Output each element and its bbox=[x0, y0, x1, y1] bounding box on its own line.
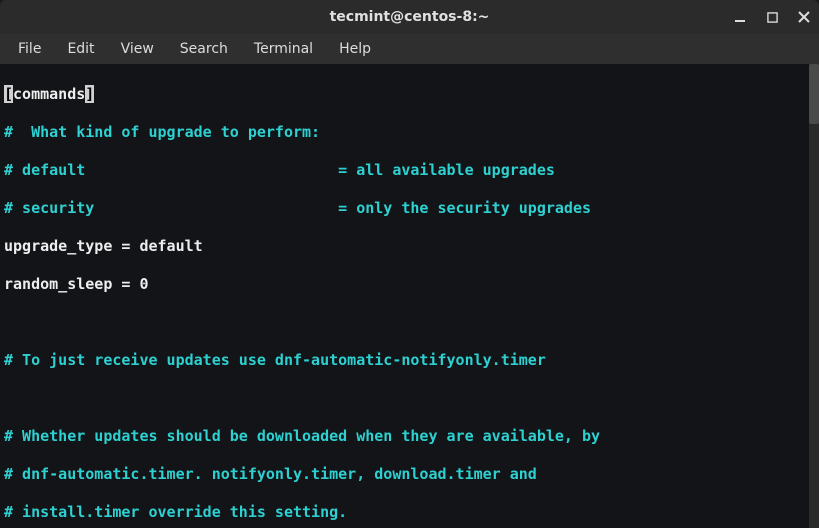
section-name: commands bbox=[13, 85, 85, 103]
comment-line: # security = only the security upgrades bbox=[4, 199, 815, 218]
blank-line bbox=[4, 313, 815, 332]
blank-line bbox=[4, 389, 815, 408]
window-controls bbox=[731, 0, 813, 34]
comment-line: # What kind of upgrade to perform: bbox=[4, 123, 815, 142]
cursor-bracket: [ bbox=[4, 85, 13, 103]
window-title: tecmint@centos-8:~ bbox=[330, 9, 490, 25]
config-line: random_sleep = 0 bbox=[4, 275, 815, 294]
terminal-viewport[interactable]: [commands] # What kind of upgrade to per… bbox=[0, 64, 819, 528]
menu-bar: File Edit View Search Terminal Help bbox=[0, 34, 819, 64]
menu-search[interactable]: Search bbox=[170, 37, 238, 61]
maximize-button[interactable] bbox=[763, 8, 781, 26]
comment-line: # To just receive updates use dnf-automa… bbox=[4, 351, 815, 370]
scrollbar-thumb[interactable] bbox=[809, 64, 819, 124]
terminal-scrollbar[interactable] bbox=[809, 64, 819, 528]
comment-line: # Whether updates should be downloaded w… bbox=[4, 427, 815, 446]
menu-view[interactable]: View bbox=[111, 37, 164, 61]
comment-line: # dnf-automatic.timer. notifyonly.timer,… bbox=[4, 465, 815, 484]
editor-line: [commands] bbox=[4, 85, 815, 104]
window-titlebar: tecmint@centos-8:~ bbox=[0, 0, 819, 34]
menu-terminal[interactable]: Terminal bbox=[244, 37, 323, 61]
config-line: upgrade_type = default bbox=[4, 237, 815, 256]
comment-line: # install.timer override this setting. bbox=[4, 503, 815, 522]
comment-line: # default = all available upgrades bbox=[4, 161, 815, 180]
minimize-button[interactable] bbox=[731, 8, 749, 26]
menu-edit[interactable]: Edit bbox=[57, 37, 104, 61]
bracket: ] bbox=[85, 85, 94, 103]
menu-help[interactable]: Help bbox=[329, 37, 381, 61]
menu-file[interactable]: File bbox=[8, 37, 51, 61]
close-button[interactable] bbox=[795, 8, 813, 26]
